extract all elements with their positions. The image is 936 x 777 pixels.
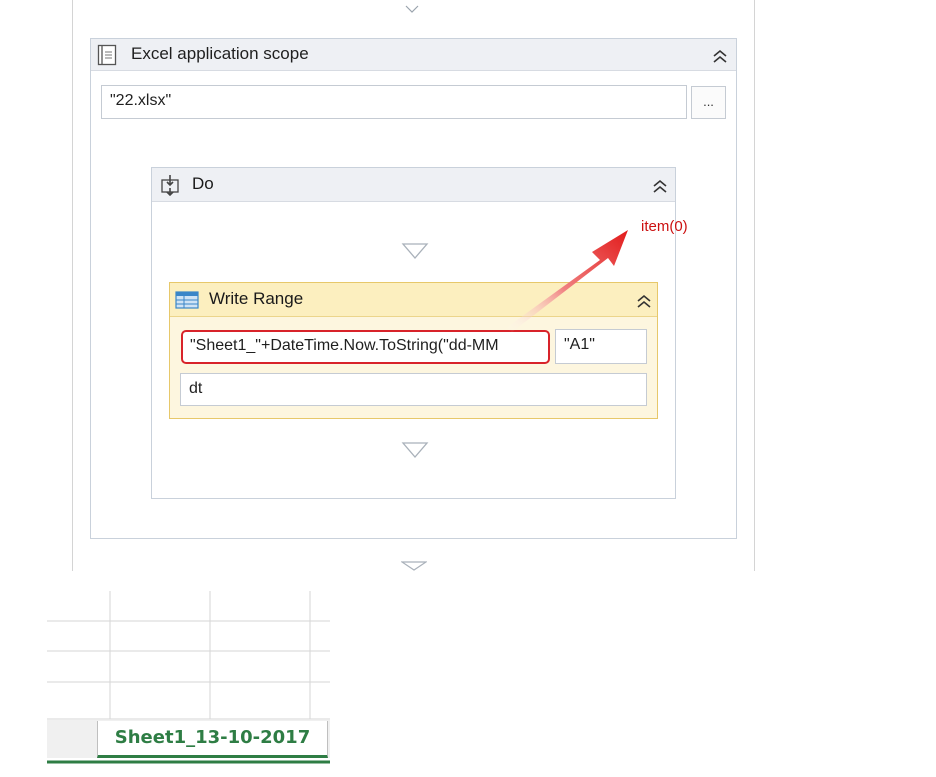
drop-target-triangle-icon[interactable] <box>401 242 429 260</box>
chevron-down-icon <box>405 5 419 13</box>
activity-header[interactable]: Excel application scope <box>91 39 736 71</box>
annotation-label: item(0) <box>641 218 688 235</box>
sequence-title: Do <box>192 174 214 193</box>
sheet-tab-label: Sheet1_13-10-2017 <box>114 727 311 748</box>
sequence-header[interactable]: Do <box>152 168 675 202</box>
drop-target-triangle-icon[interactable] <box>401 561 427 571</box>
write-range-icon <box>175 291 199 309</box>
sheet-name-input[interactable]: "Sheet1_"+DateTime.Now.ToString("dd-MM <box>181 330 550 364</box>
activity-title: Excel application scope <box>131 44 309 63</box>
annotation-arrow <box>506 230 628 332</box>
collapse-icon[interactable] <box>652 178 668 194</box>
collapse-icon[interactable] <box>712 48 728 64</box>
excel-scope-icon <box>97 44 117 66</box>
browse-button[interactable]: ... <box>691 86 726 119</box>
activity-title: Write Range <box>209 289 304 308</box>
sheet-tab[interactable]: Sheet1_13-10-2017 <box>97 721 328 758</box>
drop-target-triangle-icon[interactable] <box>401 441 429 459</box>
datatable-input[interactable]: dt <box>180 373 647 406</box>
workbook-path-input[interactable]: "22.xlsx" <box>101 85 687 119</box>
sequence-icon <box>161 175 179 196</box>
